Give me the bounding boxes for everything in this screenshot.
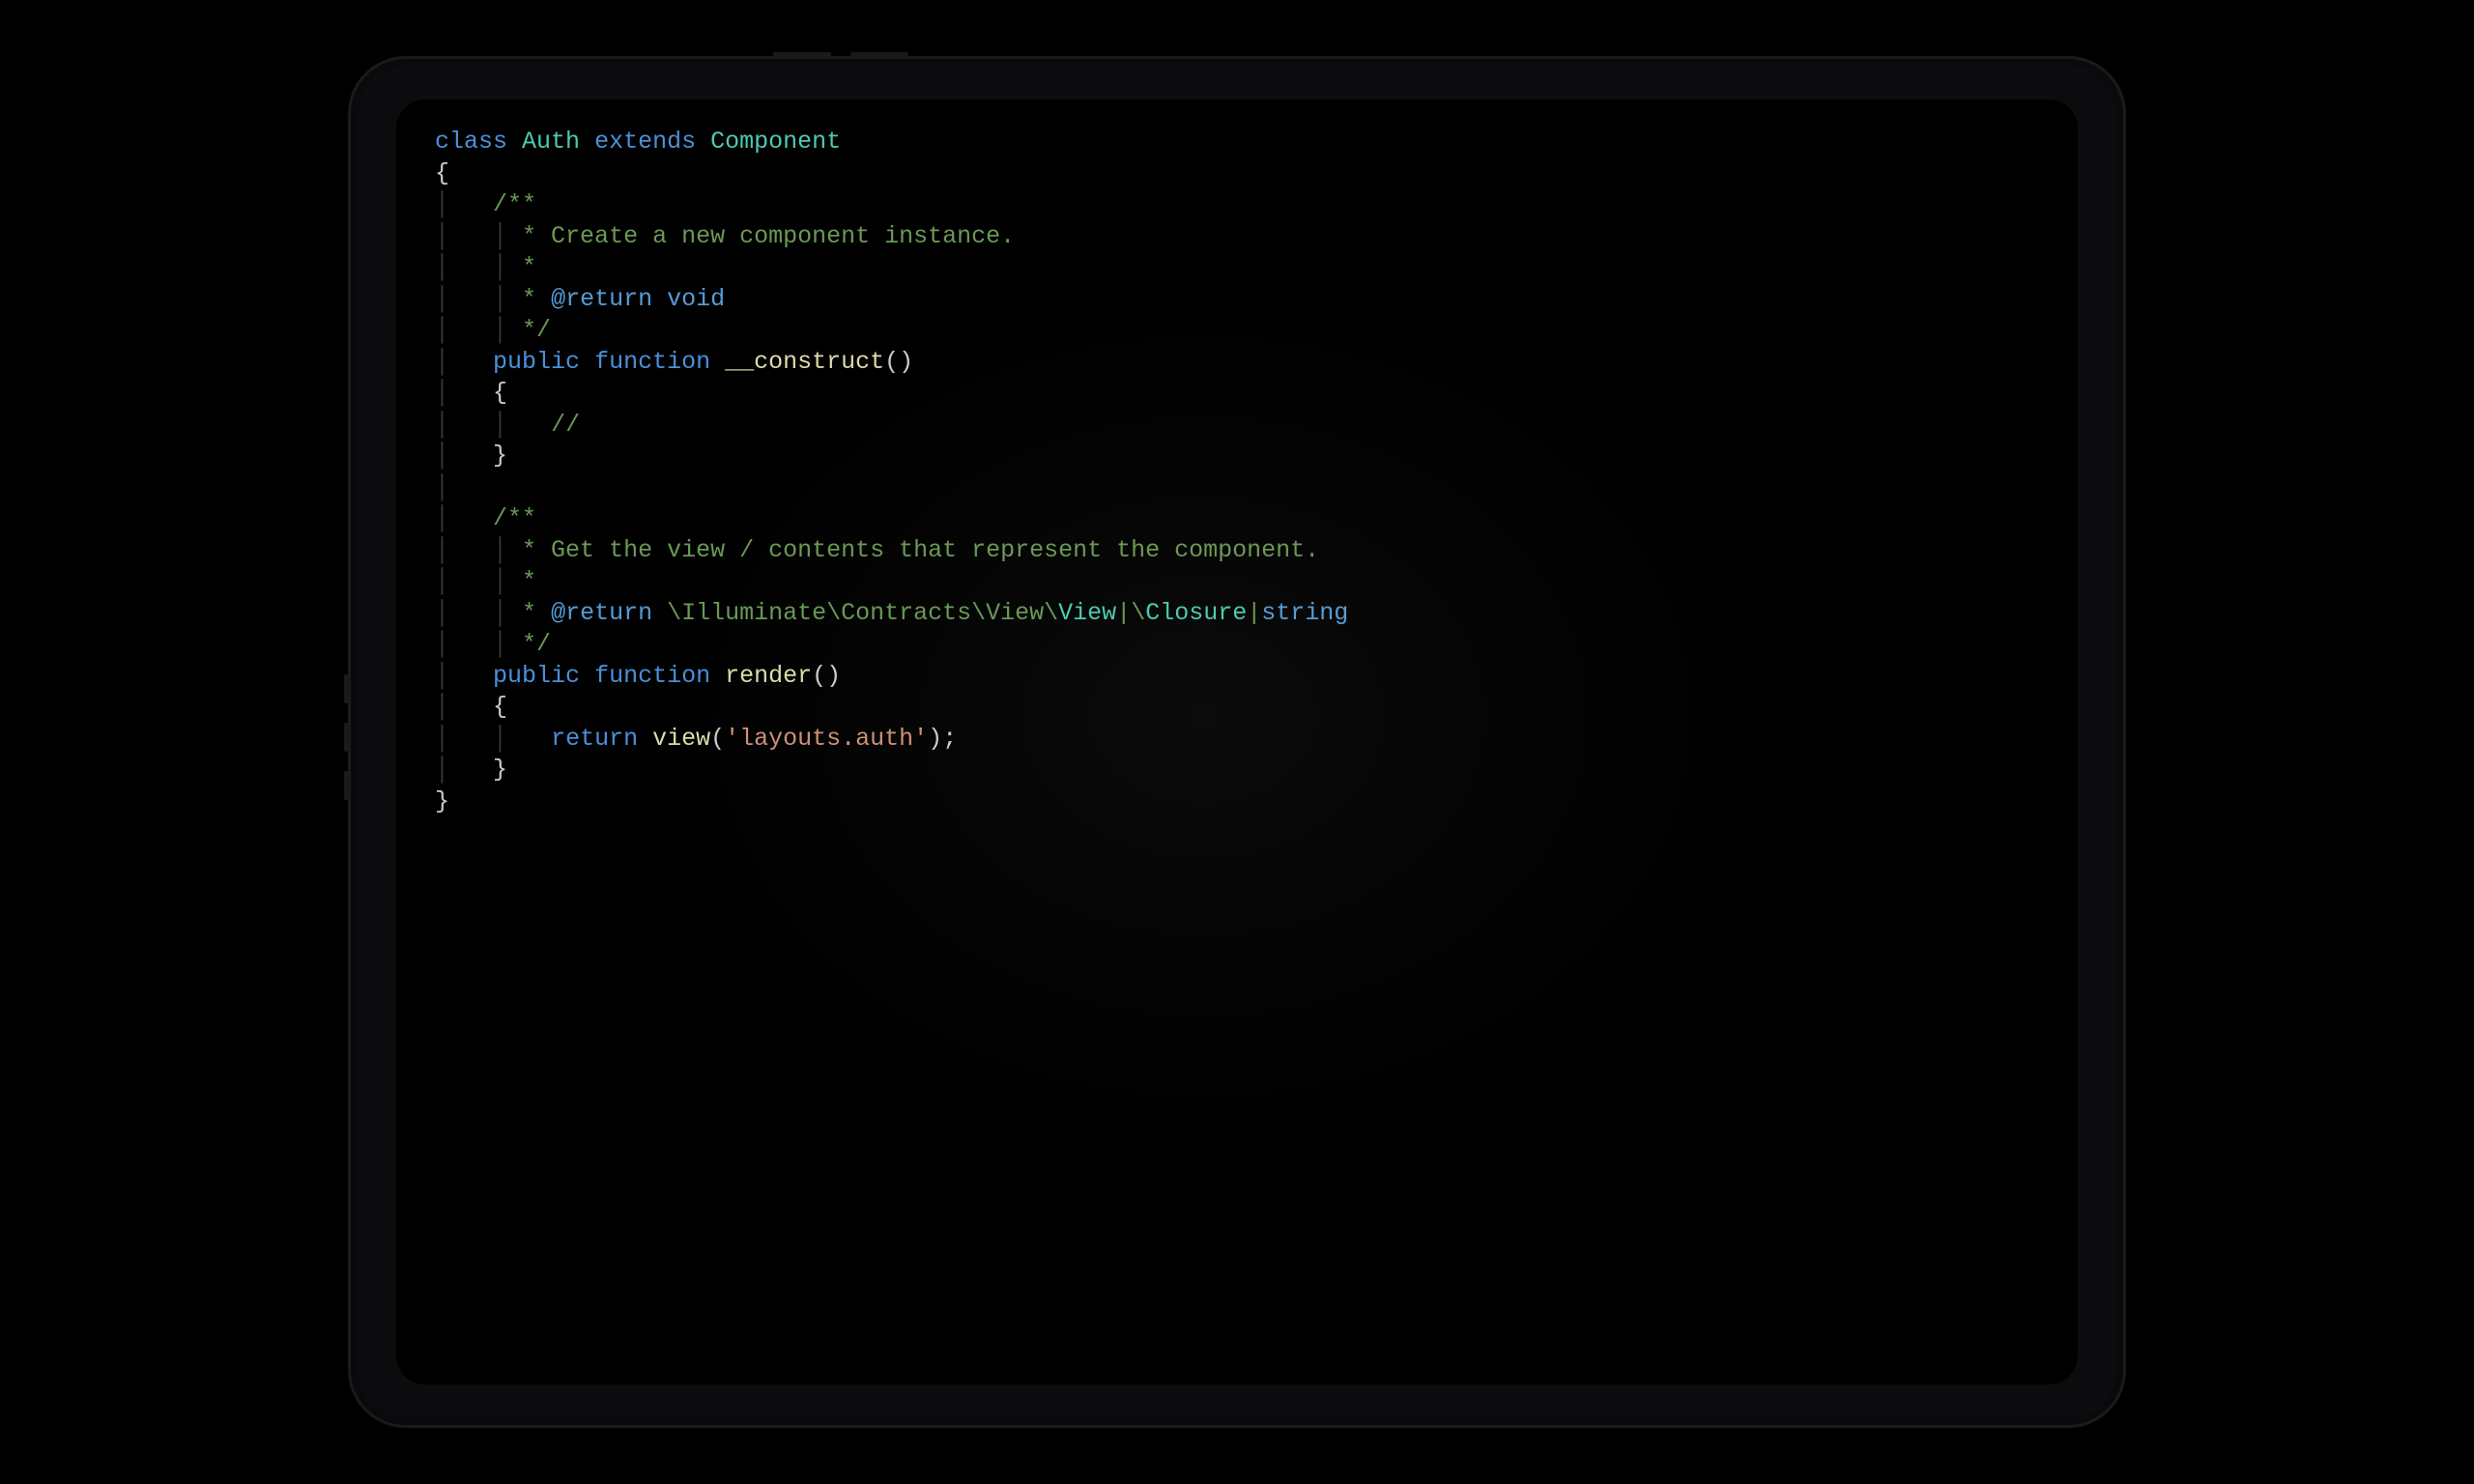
indent-guide: │ [435, 756, 449, 784]
indent-guide: │ [493, 285, 507, 313]
indent-guide: │ [435, 442, 449, 470]
indent-guide: │ [435, 379, 449, 407]
docblock-line: * [507, 285, 551, 313]
brace-close: } [493, 442, 507, 470]
indent-guide: │ [435, 504, 449, 532]
tablet-device-frame: class Auth extends Component { │ /** │ │… [348, 56, 2126, 1428]
indent-guide: │ [493, 316, 507, 344]
indent-guide: │ [435, 662, 449, 690]
code-block[interactable]: class Auth extends Component { │ /** │ │… [435, 127, 2039, 817]
indent-guide: │ [493, 536, 507, 564]
indent-guide: │ [493, 630, 507, 658]
code-editor-screen[interactable]: class Auth extends Component { │ /** │ │… [396, 100, 2078, 1384]
indent-guide: │ [435, 253, 449, 281]
parens: () [884, 348, 913, 376]
brace-close: } [493, 756, 507, 784]
indent-guide: │ [493, 567, 507, 595]
indent-guide: │ [435, 222, 449, 250]
docblock-line: * [507, 599, 551, 627]
keyword-function: function [594, 348, 710, 376]
docblock-open: /** [493, 190, 536, 218]
brace-open: { [493, 693, 507, 721]
indent-guide: │ [435, 473, 449, 501]
type-closure: Closure [1145, 599, 1247, 627]
indent-guide: │ [435, 316, 449, 344]
docblock-close: */ [507, 316, 551, 344]
docblock-close: */ [507, 630, 551, 658]
type-string: string [1261, 599, 1348, 627]
doctag-return: @return [551, 285, 652, 313]
func-view: view [652, 725, 710, 753]
keyword-return: return [551, 725, 638, 753]
indent-guide: │ [493, 725, 507, 753]
indent-guide: │ [435, 567, 449, 595]
indent-guide: │ [435, 411, 449, 439]
keyword-public: public [493, 662, 580, 690]
pipe: |\ [1116, 599, 1145, 627]
brace-close: } [435, 787, 449, 815]
parens: () [812, 662, 841, 690]
comment-line: // [551, 411, 580, 439]
keyword-class: class [435, 128, 507, 156]
brace-open: { [493, 379, 507, 407]
string-layouts-auth: 'layouts.auth' [725, 725, 928, 753]
semicolon: ; [942, 725, 957, 753]
type-view: View [1058, 599, 1116, 627]
indent-guide: │ [435, 536, 449, 564]
paren-open: ( [710, 725, 725, 753]
paren-close: ) [928, 725, 942, 753]
docblock-line: * Create a new component instance. [507, 222, 1015, 250]
indent-guide: │ [493, 599, 507, 627]
keyword-function: function [594, 662, 710, 690]
ns-path: \Illuminate\Contracts\View\ [652, 599, 1058, 627]
indent-guide: │ [493, 411, 507, 439]
pipe: | [1247, 599, 1261, 627]
classname-component: Component [710, 128, 841, 156]
indent-guide: │ [435, 599, 449, 627]
stage: class Auth extends Component { │ /** │ │… [0, 0, 2474, 1484]
docblock-line: * Get the view / contents that represent… [507, 536, 1319, 564]
indent-guide: │ [435, 285, 449, 313]
indent-guide: │ [493, 253, 507, 281]
func-render: render [725, 662, 812, 690]
indent-guide: │ [435, 630, 449, 658]
func-construct: __construct [725, 348, 884, 376]
keyword-extends: extends [594, 128, 696, 156]
docblock-line: * [507, 253, 536, 281]
indent-guide: │ [493, 222, 507, 250]
indent-guide: │ [435, 725, 449, 753]
brace-open: { [435, 159, 449, 187]
docblock-line: * [507, 567, 536, 595]
doctag-return: @return [551, 599, 652, 627]
indent-guide: │ [435, 190, 449, 218]
classname-auth: Auth [522, 128, 580, 156]
indent-guide: │ [435, 348, 449, 376]
type-void: void [667, 285, 725, 313]
docblock-open: /** [493, 504, 536, 532]
keyword-public: public [493, 348, 580, 376]
indent-guide: │ [435, 693, 449, 721]
